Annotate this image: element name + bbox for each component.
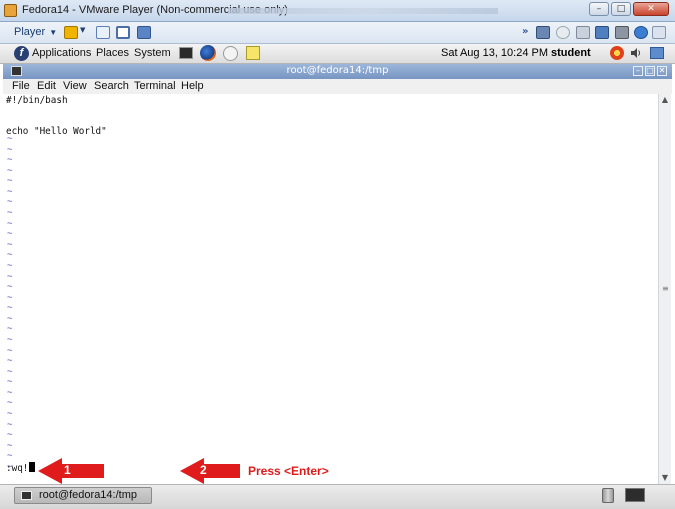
menu-file[interactable]: File bbox=[12, 80, 30, 92]
annotation-step-1: 1 bbox=[64, 463, 71, 477]
close-button[interactable]: ✕ bbox=[633, 2, 669, 16]
evolution-mail-icon[interactable] bbox=[223, 46, 238, 61]
terminal-window-title: root@fedora14:/tmp bbox=[286, 65, 389, 76]
annotation-press-enter: Press <Enter> bbox=[248, 464, 329, 478]
player-menu[interactable]: Player ▼ bbox=[14, 26, 57, 38]
terminal-menu-bar: File Edit View Search Terminal Help bbox=[3, 79, 672, 94]
pause-icon[interactable] bbox=[64, 26, 78, 39]
taskbar-item-label: root@fedora14:/tmp bbox=[39, 489, 137, 501]
menu-view[interactable]: View bbox=[63, 80, 87, 92]
panel-user[interactable]: student bbox=[551, 47, 591, 59]
scroll-down-icon[interactable]: ▼ bbox=[661, 474, 669, 482]
cd-drive-icon[interactable] bbox=[556, 26, 570, 39]
gnome-bottom-panel: root@fedora14:/tmp bbox=[0, 484, 675, 509]
workspace-switcher-icon[interactable] bbox=[625, 488, 645, 502]
panel-clock[interactable]: Sat Aug 13, 10:24 PM bbox=[441, 47, 548, 59]
editor-line: echo "Hello World" bbox=[6, 126, 107, 137]
terminal-close-button[interactable]: ✕ bbox=[657, 66, 667, 76]
unity-icon[interactable] bbox=[137, 26, 151, 39]
player-menu-label: Player bbox=[14, 26, 46, 38]
places-menu[interactable]: Places bbox=[96, 47, 129, 59]
text-cursor bbox=[29, 462, 36, 472]
scroll-up-icon[interactable]: ▲ bbox=[661, 96, 669, 104]
terminal-maximize-button[interactable]: □ bbox=[645, 66, 655, 76]
system-menu[interactable]: System bbox=[134, 47, 171, 59]
menu-help[interactable]: Help bbox=[181, 80, 204, 92]
fedora-logo-icon: f bbox=[14, 46, 29, 61]
network-status-icon[interactable] bbox=[650, 47, 664, 59]
fullscreen-icon[interactable] bbox=[116, 26, 130, 39]
vmware-app-icon bbox=[4, 4, 17, 17]
minimize-button[interactable]: – bbox=[589, 2, 609, 16]
chevron-down-icon: ▼ bbox=[49, 28, 58, 37]
trash-icon[interactable] bbox=[602, 488, 614, 503]
terminal-scrollbar[interactable]: ▲ ≡ ▼ bbox=[658, 94, 671, 484]
terminal-launcher-icon[interactable] bbox=[179, 47, 193, 59]
annotation-arrow-1 bbox=[38, 458, 104, 484]
firefox-icon[interactable] bbox=[200, 45, 216, 61]
taskbar-item-terminal[interactable]: root@fedora14:/tmp bbox=[14, 487, 152, 504]
terminal-title-bar: root@fedora14:/tmp – □ ✕ bbox=[3, 64, 672, 79]
vi-empty-line-markers: ~ ~ ~ ~ ~ ~ ~ ~ ~ ~ ~ ~ ~ ~ ~ ~ ~ ~ ~ ~ … bbox=[7, 134, 13, 472]
vmware-title-bar: Fedora14 - VMware Player (Non-commercial… bbox=[0, 0, 675, 22]
editor-line: #!/bin/bash bbox=[6, 95, 68, 106]
applications-menu[interactable]: Applications bbox=[32, 47, 91, 59]
menu-edit[interactable]: Edit bbox=[37, 80, 56, 92]
vi-command-text: :wq! bbox=[6, 463, 29, 474]
scroll-grip-icon[interactable]: ≡ bbox=[662, 284, 669, 293]
terminal-minimize-button[interactable]: – bbox=[633, 66, 643, 76]
volume-icon[interactable] bbox=[630, 47, 642, 59]
blurred-path-decoration bbox=[228, 8, 498, 14]
pause-dropdown-icon[interactable]: ▼ bbox=[80, 26, 88, 39]
network-adapter-icon[interactable] bbox=[595, 26, 609, 39]
annotation-step-2: 2 bbox=[200, 463, 207, 477]
terminal-task-icon bbox=[21, 491, 32, 500]
vmware-toolbar: Player ▼ ▼ » bbox=[0, 22, 675, 44]
annotation-arrow-2 bbox=[180, 458, 240, 484]
more-devices-icon[interactable]: » bbox=[522, 26, 536, 39]
updates-icon[interactable] bbox=[610, 46, 624, 60]
gnome-top-panel: f Applications Places System Sat Aug 13,… bbox=[0, 44, 675, 64]
floppy-icon[interactable] bbox=[576, 26, 590, 39]
menu-terminal[interactable]: Terminal bbox=[134, 80, 176, 92]
maximize-button[interactable]: □ bbox=[611, 2, 631, 16]
notes-icon[interactable] bbox=[246, 46, 260, 60]
message-log-icon[interactable] bbox=[652, 26, 666, 39]
hard-disk-icon[interactable] bbox=[536, 26, 550, 39]
terminal-content[interactable]: #!/bin/bash echo "Hello World" ~ ~ ~ ~ ~… bbox=[3, 94, 658, 484]
menu-search[interactable]: Search bbox=[94, 80, 129, 92]
printer-icon[interactable] bbox=[615, 26, 629, 39]
network-devices-icon[interactable] bbox=[96, 26, 110, 39]
sound-icon[interactable] bbox=[634, 26, 648, 39]
vi-command-line[interactable]: :wq! bbox=[6, 462, 36, 474]
